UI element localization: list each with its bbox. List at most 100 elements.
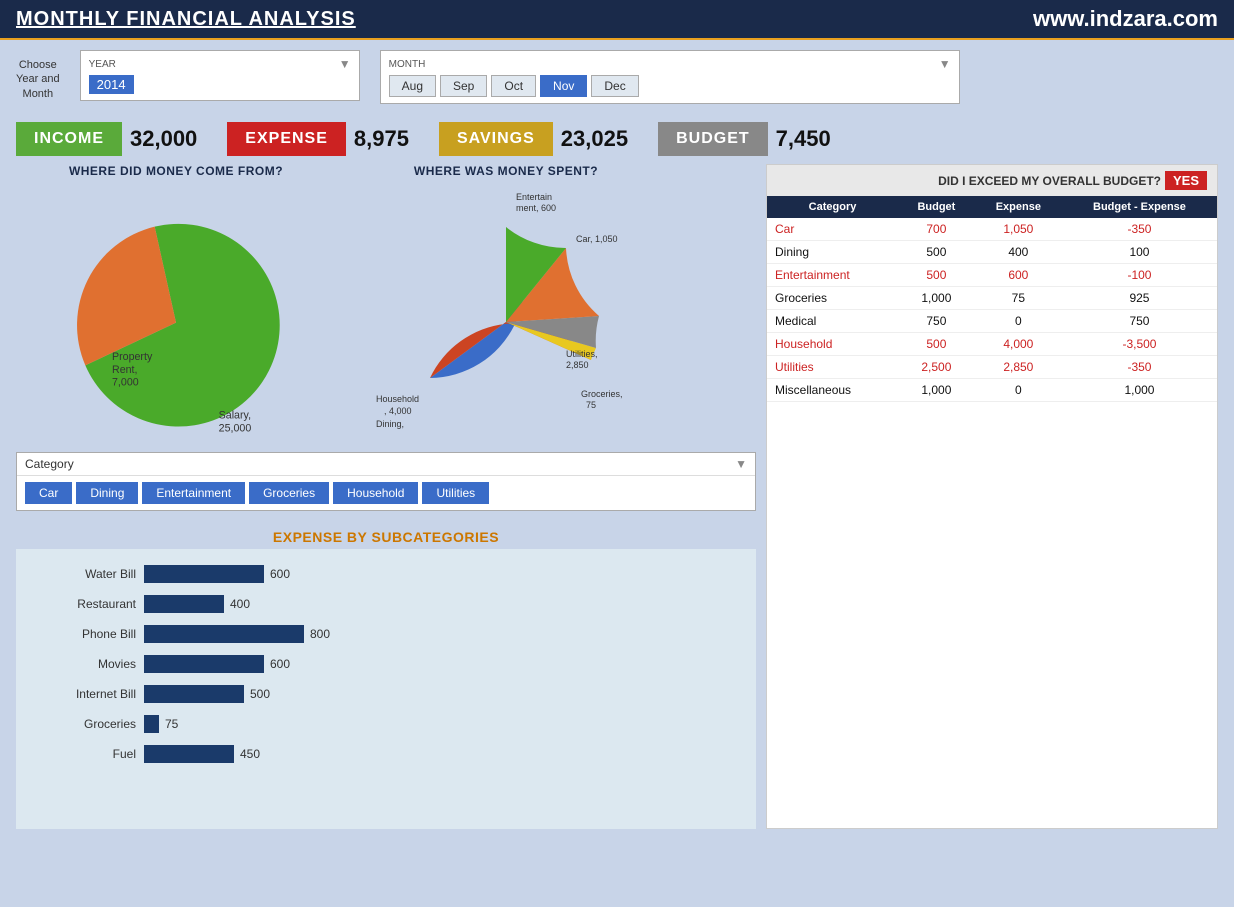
bar-fill-phonebill <box>144 625 304 643</box>
category-tabs: Car Dining Entertainment Groceries House… <box>17 476 755 510</box>
month-sep[interactable]: Sep <box>440 75 487 97</box>
bar-value-internetbill: 500 <box>250 687 270 701</box>
svg-text:2,850: 2,850 <box>566 360 589 370</box>
cell-expense: 2,850 <box>975 356 1062 379</box>
budget-table-header-row: Category Budget Expense Budget - Expense <box>767 196 1217 218</box>
bar-value-phonebill: 800 <box>310 627 330 641</box>
savings-value: 23,025 <box>561 126 628 152</box>
bar-row-movies: Movies 600 <box>36 655 736 673</box>
tab-car[interactable]: Car <box>25 482 72 504</box>
bar-label-groceries: Groceries <box>36 717 136 731</box>
svg-text:, 4,000: , 4,000 <box>384 406 412 416</box>
cell-budget: 500 <box>898 264 975 287</box>
bar-fill-groceries <box>144 715 159 733</box>
bar-row-internetbill: Internet Bill 500 <box>36 685 736 703</box>
bar-row-groceries: Groceries 75 <box>36 715 736 733</box>
month-box: MONTH ▼ Aug Sep Oct Nov Dec <box>380 50 960 104</box>
cell-diff: 925 <box>1062 287 1217 310</box>
savings-summary: SAVINGS 23,025 <box>439 122 628 156</box>
income-summary: INCOME 32,000 <box>16 122 197 156</box>
month-filter-icon[interactable]: ▼ <box>939 57 951 71</box>
tab-household[interactable]: Household <box>333 482 418 504</box>
cell-category: Utilities <box>767 356 898 379</box>
table-row: Entertainment 500 600 -100 <box>767 264 1217 287</box>
expense-label: EXPENSE <box>227 122 346 156</box>
bar-fill-movies <box>144 655 264 673</box>
cell-diff: -100 <box>1062 264 1217 287</box>
expense-chart: WHERE WAS MONEY SPENT? <box>346 164 666 442</box>
expense-chart-title: WHERE WAS MONEY SPENT? <box>346 164 666 178</box>
cell-category: Car <box>767 218 898 241</box>
cell-expense: 75 <box>975 287 1062 310</box>
month-label: MONTH ▼ <box>389 57 951 71</box>
app-title: MONTHLY FINANCIAL ANALYSIS <box>16 8 356 31</box>
bar-value-groceries: 75 <box>165 717 178 731</box>
cell-budget: 700 <box>898 218 975 241</box>
tab-utilities[interactable]: Utilities <box>422 482 489 504</box>
col-diff: Budget - Expense <box>1062 196 1217 218</box>
cell-diff: 750 <box>1062 310 1217 333</box>
groceries-label: Groceries, <box>581 389 623 399</box>
dining-label: Dining, <box>376 419 404 429</box>
bar-row-phonebill: Phone Bill 800 <box>36 625 736 643</box>
bar-chart-area: Water Bill 600 Restaurant 400 Phone Bill… <box>16 549 756 829</box>
subcategory-chart-title: EXPENSE BY SUBCATEGORIES <box>16 521 756 549</box>
year-filter-icon[interactable]: ▼ <box>339 57 351 71</box>
cell-expense: 400 <box>975 241 1062 264</box>
table-row: Medical 750 0 750 <box>767 310 1217 333</box>
category-filter-icon[interactable]: ▼ <box>735 457 747 471</box>
salary-label: Salary, <box>219 410 251 422</box>
month-buttons: Aug Sep Oct Nov Dec <box>389 75 951 97</box>
tab-dining[interactable]: Dining <box>76 482 138 504</box>
col-expense: Expense <box>975 196 1062 218</box>
month-oct[interactable]: Oct <box>491 75 536 97</box>
bar-row-restaurant: Restaurant 400 <box>36 595 736 613</box>
cell-category: Groceries <box>767 287 898 310</box>
bar-value-movies: 600 <box>270 657 290 671</box>
utilities-label: Utilities, <box>566 349 598 359</box>
cell-expense: 4,000 <box>975 333 1062 356</box>
bar-value-restaurant: 400 <box>230 597 250 611</box>
household-label: Household <box>376 394 419 404</box>
cell-diff: -3,500 <box>1062 333 1217 356</box>
tab-entertainment[interactable]: Entertainment <box>142 482 245 504</box>
month-nov[interactable]: Nov <box>540 75 587 97</box>
left-panel: WHERE DID MONEY COME FROM? Pro <box>16 164 756 829</box>
expense-value: 8,975 <box>354 126 409 152</box>
month-dec[interactable]: Dec <box>591 75 638 97</box>
table-row: Household 500 4,000 -3,500 <box>767 333 1217 356</box>
income-pie: Property Rent, 7,000 Salary, 25,000 <box>16 182 336 442</box>
budget-answer: YES <box>1165 171 1207 190</box>
choose-label: ChooseYear andMonth <box>16 50 60 101</box>
summary-row: INCOME 32,000 EXPENSE 8,975 SAVINGS 23,0… <box>0 114 1234 164</box>
col-category: Category <box>767 196 898 218</box>
bar-value-fuel: 450 <box>240 747 260 761</box>
month-aug[interactable]: Aug <box>389 75 436 97</box>
table-row: Car 700 1,050 -350 <box>767 218 1217 241</box>
table-row: Miscellaneous 1,000 0 1,000 <box>767 379 1217 402</box>
cell-expense: 0 <box>975 310 1062 333</box>
property-label: Property <box>112 351 153 363</box>
tab-groceries[interactable]: Groceries <box>249 482 329 504</box>
cell-budget: 1,000 <box>898 287 975 310</box>
col-budget: Budget <box>898 196 975 218</box>
bar-fill-restaurant <box>144 595 224 613</box>
bar-value-waterbill: 600 <box>270 567 290 581</box>
cell-category: Miscellaneous <box>767 379 898 402</box>
bar-label-internetbill: Internet Bill <box>36 687 136 701</box>
cell-budget: 500 <box>898 333 975 356</box>
income-pie-svg: Property Rent, 7,000 Salary, 25,000 <box>16 182 336 442</box>
right-panel: DID I EXCEED MY OVERALL BUDGET? YES Cate… <box>766 164 1218 829</box>
controls-row: ChooseYear andMonth YEAR ▼ 2014 MONTH ▼ … <box>0 40 1234 114</box>
bar-fill-fuel <box>144 745 234 763</box>
cell-budget: 2,500 <box>898 356 975 379</box>
cell-budget: 750 <box>898 310 975 333</box>
cell-expense: 1,050 <box>975 218 1062 241</box>
svg-text:75: 75 <box>586 400 596 410</box>
year-value[interactable]: 2014 <box>89 75 134 94</box>
income-label: INCOME <box>16 122 122 156</box>
svg-text:ment, 600: ment, 600 <box>516 203 556 213</box>
cell-category: Entertainment <box>767 264 898 287</box>
svg-text:7,000: 7,000 <box>112 377 139 389</box>
cell-diff: -350 <box>1062 356 1217 379</box>
